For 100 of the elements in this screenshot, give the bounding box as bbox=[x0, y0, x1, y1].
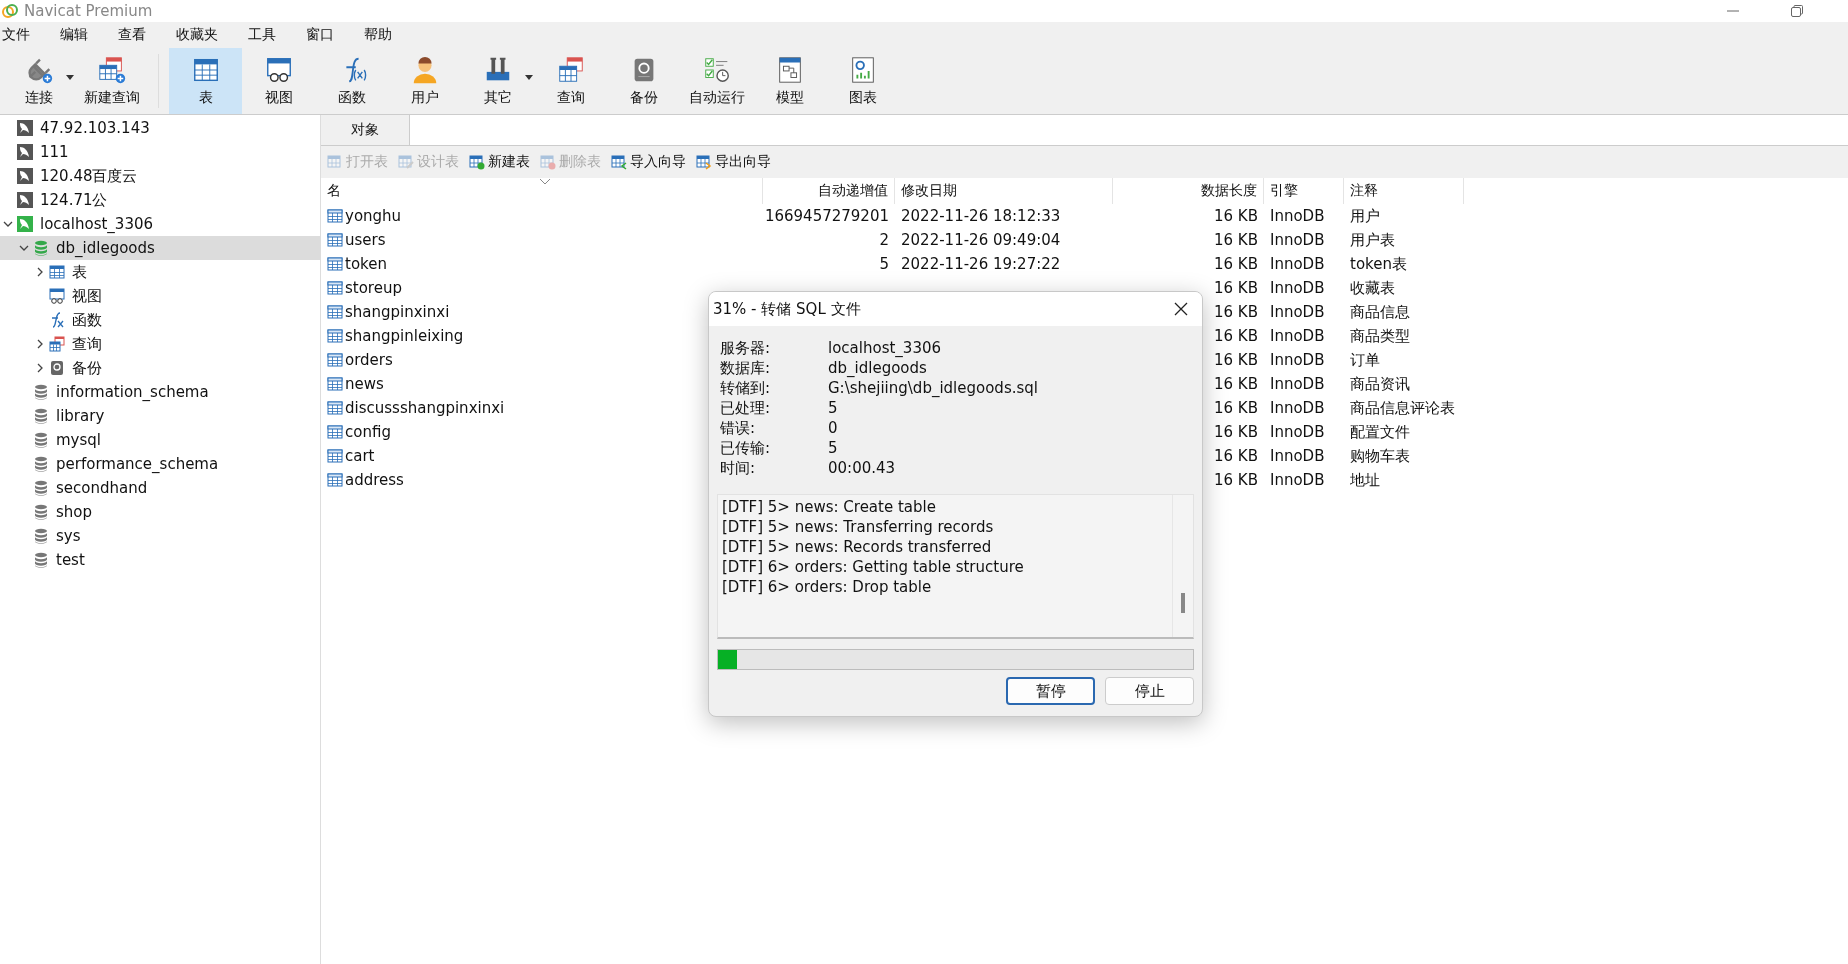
table-name: token bbox=[345, 255, 387, 273]
tree-item[interactable]: 备份 bbox=[0, 356, 320, 380]
app-logo-icon bbox=[2, 3, 18, 19]
toolbar-button[interactable]: 查询 bbox=[534, 48, 607, 114]
tree-item-label: localhost_3306 bbox=[40, 215, 153, 233]
dialog-button[interactable]: 暂停 bbox=[1006, 677, 1095, 705]
table-cell: 2 bbox=[879, 231, 889, 249]
column-header[interactable]: 引擎 bbox=[1264, 178, 1344, 204]
table-name: news bbox=[345, 375, 384, 393]
table-cell: InnoDB bbox=[1270, 255, 1325, 273]
tree-item[interactable]: mysql bbox=[0, 428, 320, 452]
field-label: 时间: bbox=[720, 458, 757, 478]
menu-item[interactable]: 帮助 bbox=[362, 26, 392, 44]
sort-caret-icon[interactable] bbox=[539, 178, 551, 185]
tree-item[interactable]: 查询 bbox=[0, 332, 320, 356]
table-icon bbox=[327, 304, 343, 320]
field-label: 服务器: bbox=[720, 338, 772, 358]
dialog-button[interactable]: 停止 bbox=[1105, 677, 1194, 705]
toolbar-button[interactable]: 用户 bbox=[388, 48, 461, 114]
column-header[interactable]: 修改日期 bbox=[895, 178, 1113, 204]
toolbar-button[interactable]: 导入向导 bbox=[611, 153, 686, 171]
table-icon bbox=[49, 264, 65, 280]
tree-item[interactable]: 120.48百度云 bbox=[0, 164, 320, 188]
field-value: 5 bbox=[828, 438, 839, 458]
tree-item[interactable]: 表 bbox=[0, 260, 320, 284]
column-header[interactable]: 名 bbox=[321, 178, 763, 204]
table-cell: 16 KB bbox=[1214, 399, 1258, 417]
chevron-icon[interactable] bbox=[35, 363, 45, 373]
column-header[interactable]: 自动递增值 bbox=[763, 178, 895, 204]
table-cell: InnoDB bbox=[1270, 279, 1325, 297]
scrollbar-thumb[interactable] bbox=[1181, 593, 1185, 613]
menu-item[interactable]: 窗口 bbox=[304, 26, 334, 44]
tree-item-label: test bbox=[56, 551, 85, 569]
tree-item-label: db_idlegoods bbox=[56, 239, 155, 257]
toolbar-button[interactable]: 新建查询 bbox=[75, 48, 148, 114]
tree-item[interactable]: 视图 bbox=[0, 284, 320, 308]
tree-item[interactable]: test bbox=[0, 548, 320, 572]
table-cell: 商品信息 bbox=[1350, 302, 1410, 322]
toolbar-button[interactable]: 导出向导 bbox=[696, 153, 771, 171]
toolbar-button[interactable]: 表 bbox=[169, 48, 242, 114]
field-label: 错误: bbox=[720, 418, 757, 438]
tree-item-label: library bbox=[56, 407, 105, 425]
menu-item[interactable]: 工具 bbox=[246, 26, 276, 44]
tab[interactable]: 对象 bbox=[321, 115, 410, 145]
tree-item[interactable]: localhost_3306 bbox=[0, 212, 320, 236]
toolbar-button[interactable]: 备份 bbox=[607, 48, 680, 114]
table-icon bbox=[540, 154, 556, 170]
toolbar-button[interactable]: 函数 bbox=[315, 48, 388, 114]
table-cell: InnoDB bbox=[1270, 447, 1325, 465]
restore-icon[interactable] bbox=[1790, 4, 1804, 18]
tree-item[interactable]: 函数 bbox=[0, 308, 320, 332]
tree-item[interactable]: 111 bbox=[0, 140, 320, 164]
tree-item[interactable]: shop bbox=[0, 500, 320, 524]
column-header[interactable]: 注释 bbox=[1344, 178, 1464, 204]
table-cell: 16 KB bbox=[1214, 423, 1258, 441]
toolbar-button[interactable]: 模型 bbox=[753, 48, 826, 114]
tree-item[interactable]: sys bbox=[0, 524, 320, 548]
toolbar-button[interactable]: 连接 bbox=[2, 48, 75, 114]
column-header[interactable]: 数据长度 bbox=[1113, 178, 1264, 204]
view-icon bbox=[49, 288, 65, 304]
chevron-icon[interactable] bbox=[19, 243, 29, 253]
tree-item[interactable]: performance_schema bbox=[0, 452, 320, 476]
toolbar-button[interactable]: 图表 bbox=[826, 48, 899, 114]
table-cell: InnoDB bbox=[1270, 471, 1325, 489]
chevron-icon[interactable] bbox=[35, 267, 45, 277]
tree-item-label: information_schema bbox=[56, 383, 209, 401]
table-cell: 16 KB bbox=[1214, 279, 1258, 297]
tree-item-label: 视图 bbox=[72, 286, 102, 306]
field-value: 5 bbox=[828, 398, 839, 418]
tree-item[interactable]: secondhand bbox=[0, 476, 320, 500]
tree-item-label: shop bbox=[56, 503, 93, 521]
table-cell: 16 KB bbox=[1214, 351, 1258, 369]
tree-item[interactable]: db_idlegoods bbox=[0, 236, 320, 260]
table-icon bbox=[327, 376, 343, 392]
field-label: 数据库: bbox=[720, 358, 772, 378]
tree-item[interactable]: information_schema bbox=[0, 380, 320, 404]
toolbar-button[interactable]: 自动运行 bbox=[680, 48, 753, 114]
chevron-icon[interactable] bbox=[35, 339, 45, 349]
menu-item[interactable]: 查看 bbox=[116, 26, 146, 44]
table-cell: 收藏表 bbox=[1350, 278, 1395, 298]
menu-item[interactable]: 文件 bbox=[0, 26, 30, 44]
close-icon[interactable] bbox=[1174, 302, 1188, 316]
tree-item[interactable]: 124.71公 bbox=[0, 188, 320, 212]
toolbar-button[interactable]: 新建表 bbox=[469, 153, 530, 171]
table-cell: InnoDB bbox=[1270, 327, 1325, 345]
table-cell: 16 KB bbox=[1214, 231, 1258, 249]
function-icon bbox=[49, 312, 65, 328]
log-line: [DTF] 6> orders: Drop table bbox=[722, 577, 933, 597]
table-icon bbox=[327, 256, 343, 272]
toolbar-button[interactable]: 其它 bbox=[461, 48, 534, 114]
table-cell: 商品信息评论表 bbox=[1350, 398, 1455, 418]
table-cell: 2022-11-26 19:27:22 bbox=[901, 255, 1061, 273]
tree-item[interactable]: library bbox=[0, 404, 320, 428]
log-line: [DTF] 5> news: Transferring records bbox=[722, 517, 995, 537]
toolbar-button[interactable]: 视图 bbox=[242, 48, 315, 114]
chevron-icon[interactable] bbox=[3, 219, 13, 229]
menu-item[interactable]: 收藏夹 bbox=[174, 26, 218, 44]
tree-item[interactable]: 47.92.103.143 bbox=[0, 116, 320, 140]
menu-item[interactable]: 编辑 bbox=[58, 26, 88, 44]
tree-item-label: 111 bbox=[40, 143, 69, 161]
